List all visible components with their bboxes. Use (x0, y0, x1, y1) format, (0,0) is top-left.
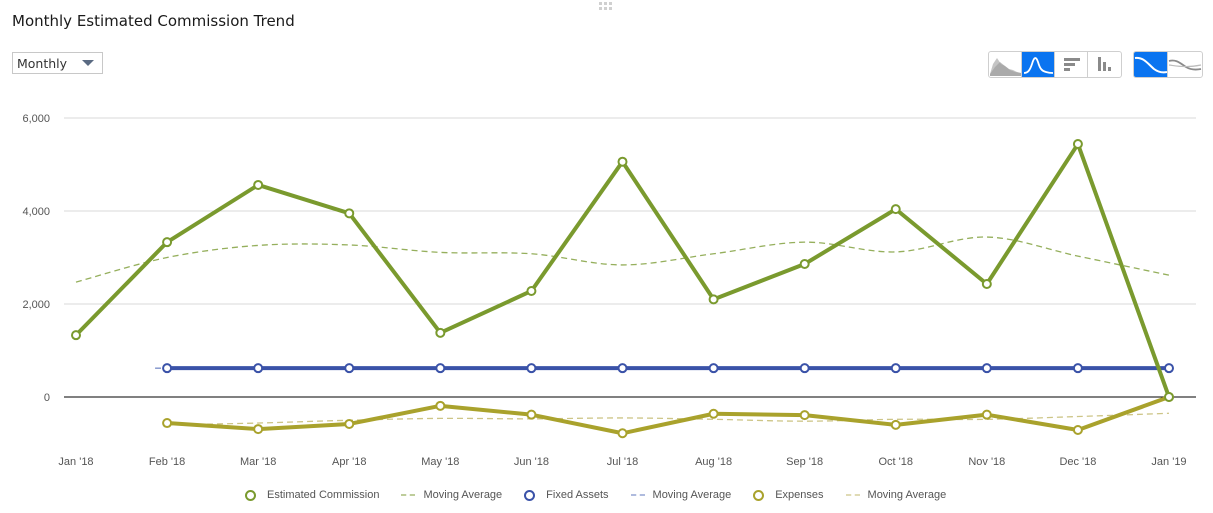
data-point[interactable] (617, 363, 628, 374)
x-tick-label: Jan '18 (58, 456, 93, 468)
data-point[interactable] (617, 428, 628, 439)
y-tick-label: 6,000 (22, 113, 50, 125)
x-tick-label: Dec '18 (1059, 456, 1096, 468)
legend-item[interactable]: Expenses (753, 489, 824, 501)
grid (64, 117, 1196, 398)
legend-item[interactable]: Estimated Commission (245, 489, 379, 501)
data-point[interactable] (890, 204, 901, 215)
data-point[interactable] (435, 327, 446, 338)
series-line (74, 142, 1171, 398)
data-point[interactable] (162, 237, 173, 248)
data-point[interactable] (71, 330, 81, 341)
x-tick-label: Mar '18 (240, 456, 276, 468)
data-point[interactable] (1072, 363, 1083, 374)
data-point[interactable] (253, 179, 264, 190)
legend-dash-icon (630, 494, 645, 496)
y-tick-label: 2,000 (22, 299, 50, 311)
data-point[interactable] (799, 410, 810, 421)
data-point[interactable] (1164, 392, 1174, 402)
x-tick-label: Apr '18 (332, 456, 367, 468)
x-tick-label: Nov '18 (968, 456, 1005, 468)
data-point[interactable] (526, 285, 537, 296)
series-fixed-assets (162, 363, 1174, 374)
data-point[interactable] (708, 294, 719, 305)
data-point[interactable] (890, 419, 901, 430)
x-tick-label: Sep '18 (786, 456, 823, 468)
y-tick-label: 4,000 (22, 206, 50, 218)
data-point[interactable] (344, 363, 355, 374)
legend-item[interactable]: Fixed Assets (524, 489, 609, 501)
legend-label: Moving Average (867, 489, 947, 501)
series-expenses (162, 392, 1174, 439)
legend-label: Moving Average (423, 489, 503, 501)
data-point[interactable] (890, 363, 901, 374)
legend-dash-icon (401, 494, 416, 496)
x-tick-label: Jan '19 (1151, 456, 1186, 468)
data-point[interactable] (617, 156, 628, 167)
x-tick-label: Oct '18 (878, 456, 913, 468)
data-point[interactable] (435, 400, 446, 411)
data-point[interactable] (708, 408, 719, 419)
data-point[interactable] (253, 363, 264, 374)
data-point[interactable] (344, 208, 355, 219)
data-point[interactable] (162, 418, 173, 429)
data-point[interactable] (981, 409, 992, 420)
series-line (166, 395, 1170, 436)
data-point[interactable] (1164, 363, 1174, 374)
data-point[interactable] (526, 409, 537, 420)
data-point[interactable] (162, 363, 173, 374)
data-point[interactable] (1072, 139, 1083, 150)
x-tick-label: May '18 (421, 456, 459, 468)
series-estimated-commission (71, 139, 1174, 402)
legend-dash-icon (845, 494, 860, 496)
line-chart: 0 2,000 4,000 6,000 Jan '18 Feb '18 Mar '18 Ap… (22, 113, 1196, 468)
legend-marker-icon (753, 489, 765, 501)
data-point[interactable] (344, 418, 355, 429)
data-point[interactable] (799, 363, 810, 374)
legend-item[interactable]: Moving Average (401, 489, 502, 501)
x-tick-label: Feb '18 (149, 456, 185, 468)
data-point[interactable] (526, 363, 537, 374)
legend-label: Fixed Assets (546, 489, 609, 501)
data-point[interactable] (799, 259, 810, 270)
x-tick-label: Jun '18 (514, 456, 549, 468)
legend-label: Estimated Commission (267, 489, 380, 501)
data-point[interactable] (981, 279, 992, 290)
legend-label: Expenses (775, 489, 824, 501)
legend-item[interactable]: Moving Average (845, 489, 947, 501)
series (71, 139, 1174, 439)
legend-item[interactable]: Moving Average (630, 489, 732, 501)
data-point[interactable] (435, 363, 446, 374)
legend: Estimated Commission Moving Average Fixed … (245, 489, 946, 501)
legend-marker-icon (524, 489, 536, 501)
x-tick-label: Jul '18 (607, 456, 638, 468)
data-point[interactable] (1072, 425, 1083, 436)
legend-label: Moving Average (652, 489, 732, 501)
y-tick-label: 0 (44, 392, 50, 404)
legend-marker-icon (245, 489, 256, 501)
data-point[interactable] (253, 424, 264, 435)
y-axis: 0 2,000 4,000 6,000 (22, 113, 50, 404)
data-point[interactable] (981, 363, 992, 374)
x-axis: Jan '18 Feb '18 Mar '18 Apr '18 May '18 Jun '… (58, 456, 1186, 468)
data-point[interactable] (708, 363, 719, 374)
x-tick-label: Aug '18 (695, 456, 732, 468)
